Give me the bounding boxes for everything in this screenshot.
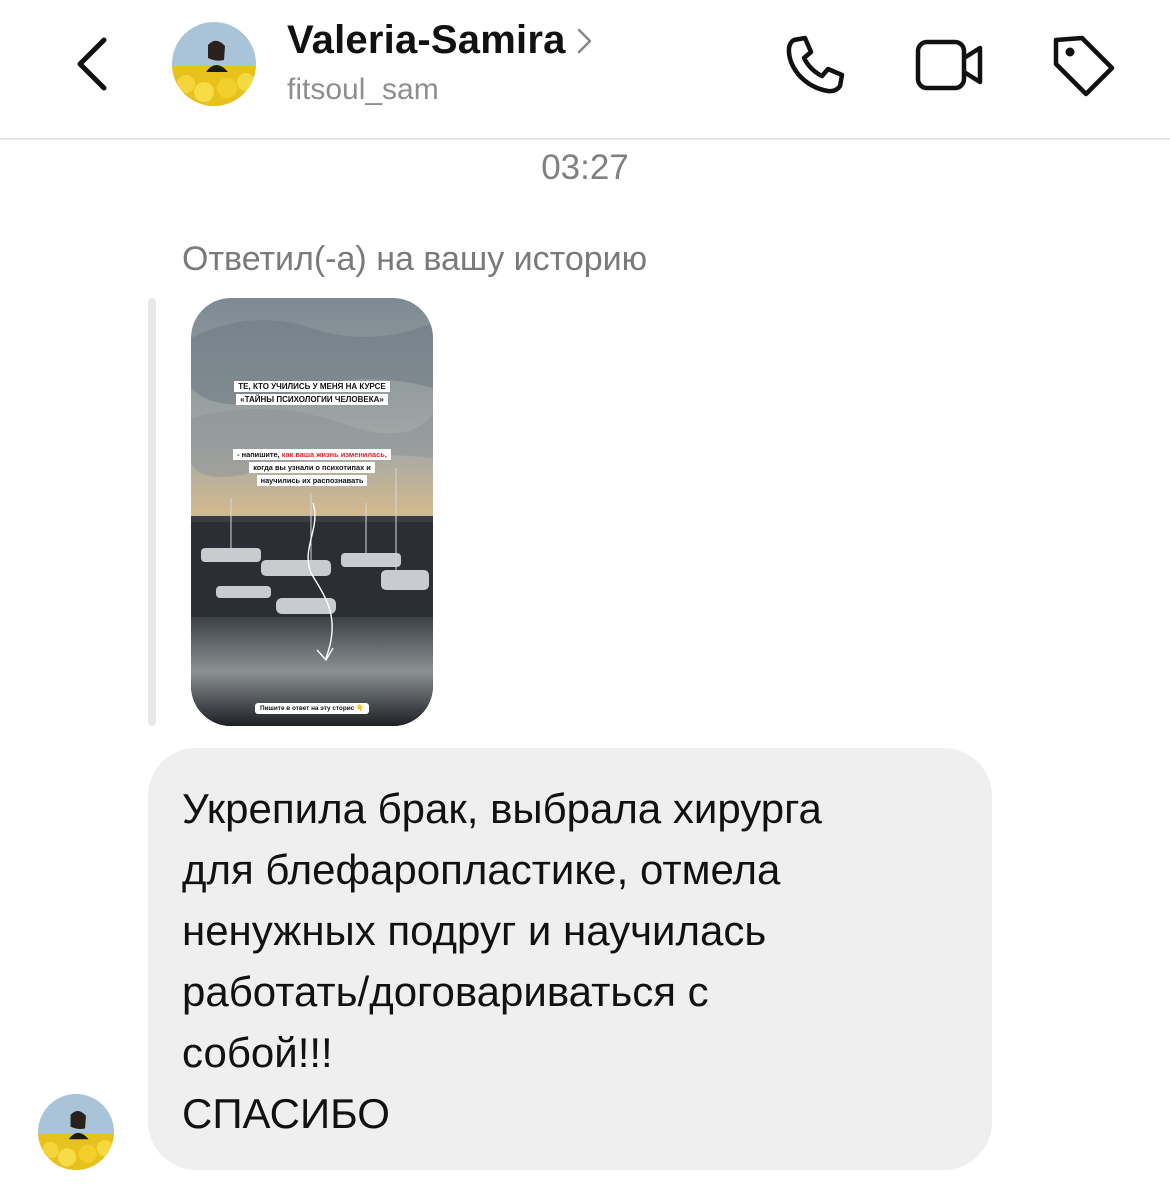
chevron-right-icon <box>577 28 591 53</box>
reply-indicator-bar <box>148 298 156 726</box>
message-text-line: для блефаропластике, отмела <box>182 846 781 893</box>
message-text-line: ненужных подруг и научилась <box>182 907 767 954</box>
story-caption: ТЕ, КТО УЧИЛИСЬ У МЕНЯ НА КУРСЕ «ТАЙНЫ П… <box>191 380 433 406</box>
tag-button[interactable] <box>1048 30 1118 100</box>
story-thumbnail[interactable]: ТЕ, КТО УЧИЛИСЬ У МЕНЯ НА КУРСЕ «ТАЙНЫ П… <box>191 298 433 726</box>
story-cta: Пишите в ответ на эту сторис 👇 <box>191 703 433 714</box>
call-button[interactable] <box>780 30 850 100</box>
story-image <box>191 298 433 726</box>
contact-username: fitsoul_sam <box>287 73 439 106</box>
chat-header: Valeria-Samira fitsoul_sam <box>0 0 1170 140</box>
sender-avatar[interactable] <box>38 1094 114 1170</box>
phone-icon <box>786 35 845 94</box>
video-camera-icon <box>915 39 983 91</box>
story-prompt: - напишите, как ваша жизнь изменилась, к… <box>191 448 433 487</box>
video-call-button[interactable] <box>914 30 984 100</box>
back-arrow-icon <box>77 37 107 91</box>
avatar[interactable] <box>172 22 256 106</box>
message-timestamp: 03:27 <box>541 148 629 187</box>
message-text-line: Укрепила брак, выбрала хирурга <box>182 785 822 832</box>
back-button[interactable] <box>70 34 120 94</box>
contact-info[interactable]: Valeria-Samira fitsoul_sam <box>287 18 594 107</box>
contact-name[interactable]: Valeria-Samira <box>287 18 566 63</box>
message-text-line: работать/договариваться с <box>182 968 709 1015</box>
message-text-line: СПАСИБО <box>182 1090 390 1137</box>
message-bubble[interactable]: Укрепила брак, выбрала хирурга для блефа… <box>148 748 992 1170</box>
message-text-line: собой!!! <box>182 1029 333 1076</box>
tag-icon <box>1053 35 1115 97</box>
story-reply-label: Ответил(-а) на вашу историю <box>182 240 648 278</box>
